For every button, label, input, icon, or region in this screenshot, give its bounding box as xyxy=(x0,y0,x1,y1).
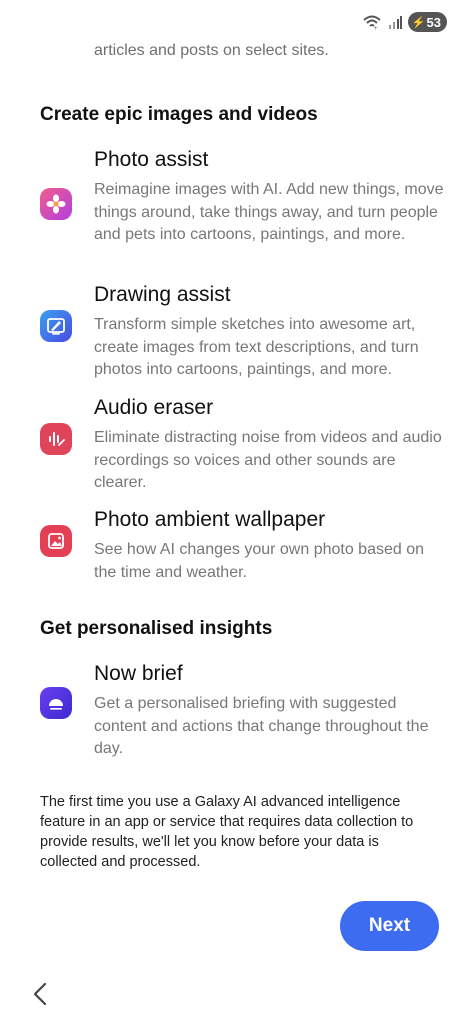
wifi-icon: + xyxy=(363,15,381,30)
photo-assist-icon xyxy=(40,188,72,220)
now-brief-icon xyxy=(40,687,72,719)
feature-title: Photo assist xyxy=(94,148,209,171)
feature-description: Transform simple sketches into awesome a… xyxy=(94,316,419,378)
photo-ambient-wallpaper-icon xyxy=(40,525,72,557)
svg-text:+: + xyxy=(374,26,378,30)
feature-description: Eliminate distracting noise from videos … xyxy=(94,429,442,491)
feature-title: Photo ambient wallpaper xyxy=(94,508,326,531)
back-chevron-icon[interactable] xyxy=(28,980,52,1008)
feature-title: Audio eraser xyxy=(94,396,214,419)
signal-icon xyxy=(388,16,402,29)
charging-icon: ⚡ xyxy=(411,16,426,29)
audio-eraser-icon xyxy=(40,423,72,455)
section-title-create: Create epic images and videos xyxy=(40,104,318,125)
feature-description: Reimagine images with AI. Add new things… xyxy=(94,181,444,243)
data-collection-note: The first time you use a Galaxy AI advan… xyxy=(40,794,414,870)
drawing-assist-icon xyxy=(40,310,72,342)
status-bar: + ⚡ 53 xyxy=(0,0,473,40)
feature-title: Now brief xyxy=(94,662,183,685)
feature-description: Get a personalised briefing with suggest… xyxy=(94,695,429,757)
status-icons: + ⚡ 53 xyxy=(362,12,447,32)
battery-indicator: ⚡ 53 xyxy=(407,12,447,32)
battery-level: 53 xyxy=(426,14,441,30)
feature-description: See how AI changes your own photo based … xyxy=(94,541,425,581)
section-title-insights: Get personalised insights xyxy=(40,618,273,639)
next-button[interactable]: Next xyxy=(340,901,439,951)
feature-title: Drawing assist xyxy=(94,283,231,306)
intro-text: articles and posts on select sites. xyxy=(94,42,329,59)
